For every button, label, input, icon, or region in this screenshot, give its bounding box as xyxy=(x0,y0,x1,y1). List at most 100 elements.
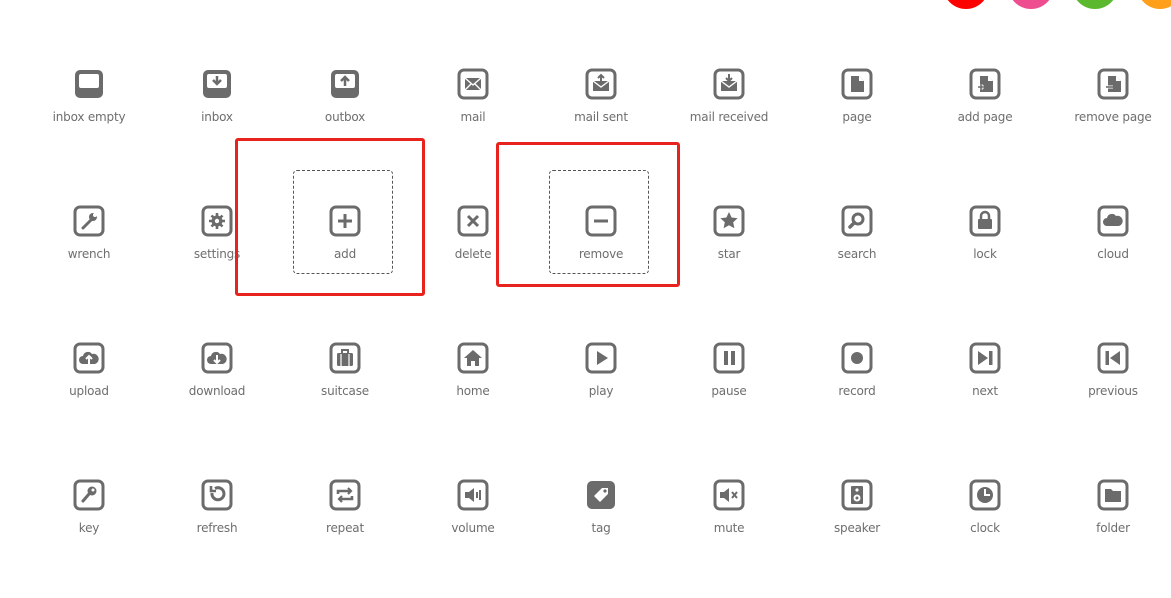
icon-cell-key[interactable]: key xyxy=(29,445,149,555)
icon-label: cloud xyxy=(1097,247,1129,261)
icon-label: inbox empty xyxy=(52,110,126,124)
page-icon xyxy=(841,68,873,100)
icon-label: mail xyxy=(460,110,486,124)
icon-label: mute xyxy=(713,521,745,535)
icon-cell-page[interactable]: page xyxy=(797,34,917,144)
mail-sent-icon xyxy=(585,68,617,100)
icon-cell-pause[interactable]: pause xyxy=(669,308,789,418)
icon-label: remove page xyxy=(1074,110,1152,124)
icon-cell-inbox[interactable]: inbox xyxy=(157,34,277,144)
repeat-icon xyxy=(329,479,361,511)
mute-icon xyxy=(713,479,745,511)
icon-cell-refresh[interactable]: refresh xyxy=(157,445,277,555)
outbox-icon xyxy=(329,68,361,100)
icon-label: repeat xyxy=(326,521,364,535)
icon-label: volume xyxy=(451,521,495,535)
icon-label: clock xyxy=(970,521,1000,535)
download-icon xyxy=(201,342,233,374)
clock-icon xyxy=(969,479,1001,511)
volume-icon xyxy=(457,479,489,511)
icon-cell-lock[interactable]: lock xyxy=(925,171,1045,281)
icon-label: refresh xyxy=(196,521,238,535)
icon-cell-star[interactable]: star xyxy=(669,171,789,281)
icon-label: speaker xyxy=(833,521,881,535)
icon-label: play xyxy=(588,384,614,398)
icon-cell-repeat[interactable]: repeat xyxy=(285,445,405,555)
upload-icon xyxy=(73,342,105,374)
icon-label: inbox xyxy=(201,110,233,124)
icon-label: download xyxy=(188,384,246,398)
next-icon xyxy=(969,342,1001,374)
icon-cell-search[interactable]: search xyxy=(797,171,917,281)
icon-cell-mail-sent[interactable]: mail sent xyxy=(541,34,661,144)
icon-cell-cloud[interactable]: cloud xyxy=(1053,171,1171,281)
add-page-icon xyxy=(969,68,1001,100)
icon-cell-previous[interactable]: previous xyxy=(1053,308,1171,418)
icon-label: next xyxy=(972,384,998,398)
icon-cell-mute[interactable]: mute xyxy=(669,445,789,555)
icon-label: page xyxy=(842,110,872,124)
record-icon xyxy=(841,342,873,374)
icon-cell-upload[interactable]: upload xyxy=(29,308,149,418)
icon-cell-suitcase[interactable]: suitcase xyxy=(285,308,405,418)
icon-label: star xyxy=(717,247,741,261)
icon-label: add page xyxy=(957,110,1013,124)
home-icon xyxy=(457,342,489,374)
suitcase-icon xyxy=(329,342,361,374)
icon-cell-tag[interactable]: tag xyxy=(541,445,661,555)
icon-cell-next[interactable]: next xyxy=(925,308,1045,418)
icon-cell-download[interactable]: download xyxy=(157,308,277,418)
icon-label: outbox xyxy=(324,110,366,124)
pause-icon xyxy=(713,342,745,374)
icon-cell-home[interactable]: home xyxy=(413,308,533,418)
icon-cell-volume[interactable]: volume xyxy=(413,445,533,555)
highlight-box-add xyxy=(235,138,425,296)
highlight-box-remove xyxy=(496,142,680,287)
icon-label: mail sent xyxy=(574,110,628,124)
folder-icon xyxy=(1097,479,1129,511)
mail-icon xyxy=(457,68,489,100)
previous-icon xyxy=(1097,342,1129,374)
icon-cell-clock[interactable]: clock xyxy=(925,445,1045,555)
icon-label: lock xyxy=(973,247,997,261)
wrench-icon xyxy=(73,205,105,237)
icon-cell-remove-page[interactable]: remove page xyxy=(1053,34,1171,144)
icon-cell-mail-received[interactable]: mail received xyxy=(669,34,789,144)
inbox-icon xyxy=(201,68,233,100)
icon-cell-inbox-empty[interactable]: inbox empty xyxy=(29,34,149,144)
icon-label: folder xyxy=(1096,521,1130,535)
icon-label: suitcase xyxy=(321,384,369,398)
icon-label: key xyxy=(78,521,100,535)
icon-cell-play[interactable]: play xyxy=(541,308,661,418)
icon-cell-mail[interactable]: mail xyxy=(413,34,533,144)
mail-received-icon xyxy=(713,68,745,100)
delete-icon xyxy=(457,205,489,237)
icon-cell-folder[interactable]: folder xyxy=(1053,445,1171,555)
icon-cell-add-page[interactable]: add page xyxy=(925,34,1045,144)
settings-icon xyxy=(201,205,233,237)
icon-label: wrench xyxy=(67,247,111,261)
icon-label: mail received xyxy=(689,110,769,124)
remove-page-icon xyxy=(1097,68,1129,100)
icon-label: record xyxy=(838,384,876,398)
refresh-icon xyxy=(201,479,233,511)
inbox-empty-icon xyxy=(73,68,105,100)
speaker-icon xyxy=(841,479,873,511)
tag-icon xyxy=(585,479,617,511)
lock-icon xyxy=(969,205,1001,237)
icon-cell-speaker[interactable]: speaker xyxy=(797,445,917,555)
search-icon xyxy=(841,205,873,237)
cloud-icon xyxy=(1097,205,1129,237)
icon-label: tag xyxy=(591,521,611,535)
icon-label: pause xyxy=(711,384,747,398)
play-icon xyxy=(585,342,617,374)
icon-cell-wrench[interactable]: wrench xyxy=(29,171,149,281)
icon-label: search xyxy=(837,247,877,261)
icon-grid: inbox empty inbox outbox mail mail sent mail … xyxy=(0,0,1171,598)
key-icon xyxy=(73,479,105,511)
icon-cell-record[interactable]: record xyxy=(797,308,917,418)
icon-cell-outbox[interactable]: outbox xyxy=(285,34,405,144)
icon-label: upload xyxy=(69,384,109,398)
icon-label: home xyxy=(456,384,490,398)
star-icon xyxy=(713,205,745,237)
